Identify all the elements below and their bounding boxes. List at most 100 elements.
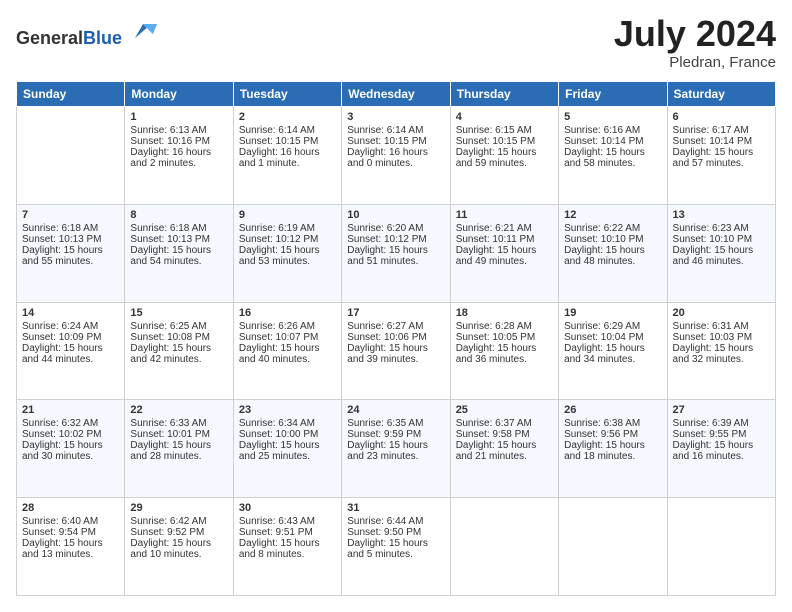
daylight: Daylight: 15 hours and 8 minutes. (239, 538, 320, 560)
sunset: Sunset: 10:12 PM (347, 234, 427, 245)
daylight: Daylight: 15 hours and 40 minutes. (239, 343, 320, 365)
calendar-cell-2-1: 7 Sunrise: 6:18 AM Sunset: 10:13 PM Dayl… (17, 204, 125, 302)
sunset: Sunset: 10:01 PM (130, 429, 210, 440)
day-number: 2 (239, 111, 336, 123)
header-thursday: Thursday (450, 82, 558, 107)
daylight: Daylight: 15 hours and 5 minutes. (347, 538, 428, 560)
sunset: Sunset: 10:13 PM (130, 234, 210, 245)
sunset: Sunset: 10:14 PM (673, 136, 753, 147)
header-tuesday: Tuesday (233, 82, 341, 107)
calendar-cell-3-2: 15 Sunrise: 6:25 AM Sunset: 10:08 PM Day… (125, 302, 233, 400)
daylight: Daylight: 16 hours and 0 minutes. (347, 147, 428, 169)
month-title: July 2024 (614, 16, 776, 52)
calendar-cell-2-4: 10 Sunrise: 6:20 AM Sunset: 10:12 PM Day… (342, 204, 450, 302)
day-number: 16 (239, 307, 336, 319)
calendar-cell-4-6: 26 Sunrise: 6:38 AM Sunset: 9:56 PM Dayl… (559, 400, 667, 498)
calendar-cell-5-1: 28 Sunrise: 6:40 AM Sunset: 9:54 PM Dayl… (17, 498, 125, 596)
daylight: Daylight: 15 hours and 30 minutes. (22, 440, 103, 462)
daylight: Daylight: 15 hours and 34 minutes. (564, 343, 645, 365)
sunrise: Sunrise: 6:18 AM (130, 223, 206, 234)
sunset: Sunset: 10:05 PM (456, 332, 536, 343)
day-number: 7 (22, 209, 119, 221)
header-saturday: Saturday (667, 82, 775, 107)
header-sunday: Sunday (17, 82, 125, 107)
sunset: Sunset: 10:10 PM (673, 234, 753, 245)
sunrise: Sunrise: 6:25 AM (130, 321, 206, 332)
daylight: Daylight: 15 hours and 32 minutes. (673, 343, 754, 365)
calendar-cell-5-2: 29 Sunrise: 6:42 AM Sunset: 9:52 PM Dayl… (125, 498, 233, 596)
daylight: Daylight: 15 hours and 16 minutes. (673, 440, 754, 462)
sunset: Sunset: 9:55 PM (673, 429, 747, 440)
day-number: 22 (130, 404, 227, 416)
sunrise: Sunrise: 6:26 AM (239, 321, 315, 332)
daylight: Daylight: 15 hours and 42 minutes. (130, 343, 211, 365)
day-number: 25 (456, 404, 553, 416)
sunset: Sunset: 10:15 PM (347, 136, 427, 147)
page-header: GeneralBlue July 2024 Pledran, France (16, 16, 776, 71)
calendar-cell-1-3: 2 Sunrise: 6:14 AM Sunset: 10:15 PM Dayl… (233, 107, 341, 205)
day-number: 14 (22, 307, 119, 319)
calendar-cell-5-3: 30 Sunrise: 6:43 AM Sunset: 9:51 PM Dayl… (233, 498, 341, 596)
calendar-cell-3-4: 17 Sunrise: 6:27 AM Sunset: 10:06 PM Day… (342, 302, 450, 400)
calendar-cell-2-5: 11 Sunrise: 6:21 AM Sunset: 10:11 PM Day… (450, 204, 558, 302)
daylight: Daylight: 15 hours and 21 minutes. (456, 440, 537, 462)
sunrise: Sunrise: 6:16 AM (564, 125, 640, 136)
title-area: July 2024 Pledran, France (614, 16, 776, 71)
day-number: 21 (22, 404, 119, 416)
daylight: Daylight: 15 hours and 49 minutes. (456, 245, 537, 267)
sunrise: Sunrise: 6:39 AM (673, 418, 749, 429)
day-number: 18 (456, 307, 553, 319)
daylight: Daylight: 15 hours and 46 minutes. (673, 245, 754, 267)
sunrise: Sunrise: 6:15 AM (456, 125, 532, 136)
day-number: 23 (239, 404, 336, 416)
calendar-cell-3-3: 16 Sunrise: 6:26 AM Sunset: 10:07 PM Day… (233, 302, 341, 400)
daylight: Daylight: 15 hours and 53 minutes. (239, 245, 320, 267)
daylight: Daylight: 15 hours and 23 minutes. (347, 440, 428, 462)
sunset: Sunset: 9:51 PM (239, 527, 313, 538)
day-number: 3 (347, 111, 444, 123)
calendar-cell-1-1 (17, 107, 125, 205)
calendar-week-row-3: 14 Sunrise: 6:24 AM Sunset: 10:09 PM Day… (17, 302, 776, 400)
sunrise: Sunrise: 6:43 AM (239, 516, 315, 527)
daylight: Daylight: 15 hours and 18 minutes. (564, 440, 645, 462)
calendar-cell-1-6: 5 Sunrise: 6:16 AM Sunset: 10:14 PM Dayl… (559, 107, 667, 205)
daylight: Daylight: 15 hours and 59 minutes. (456, 147, 537, 169)
daylight: Daylight: 16 hours and 2 minutes. (130, 147, 211, 169)
daylight: Daylight: 15 hours and 57 minutes. (673, 147, 754, 169)
sunset: Sunset: 10:00 PM (239, 429, 319, 440)
calendar-cell-1-5: 4 Sunrise: 6:15 AM Sunset: 10:15 PM Dayl… (450, 107, 558, 205)
calendar-cell-2-3: 9 Sunrise: 6:19 AM Sunset: 10:12 PM Dayl… (233, 204, 341, 302)
sunrise: Sunrise: 6:28 AM (456, 321, 532, 332)
daylight: Daylight: 16 hours and 1 minute. (239, 147, 320, 169)
day-number: 10 (347, 209, 444, 221)
calendar-cell-4-3: 23 Sunrise: 6:34 AM Sunset: 10:00 PM Day… (233, 400, 341, 498)
sunset: Sunset: 10:02 PM (22, 429, 102, 440)
sunset: Sunset: 10:06 PM (347, 332, 427, 343)
calendar-week-row-4: 21 Sunrise: 6:32 AM Sunset: 10:02 PM Day… (17, 400, 776, 498)
calendar-cell-4-5: 25 Sunrise: 6:37 AM Sunset: 9:58 PM Dayl… (450, 400, 558, 498)
calendar-cell-4-1: 21 Sunrise: 6:32 AM Sunset: 10:02 PM Day… (17, 400, 125, 498)
calendar-table: Sunday Monday Tuesday Wednesday Thursday… (16, 81, 776, 596)
sunrise: Sunrise: 6:32 AM (22, 418, 98, 429)
day-number: 15 (130, 307, 227, 319)
sunrise: Sunrise: 6:40 AM (22, 516, 98, 527)
header-monday: Monday (125, 82, 233, 107)
sunrise: Sunrise: 6:29 AM (564, 321, 640, 332)
logo-icon (129, 16, 157, 44)
sunrise: Sunrise: 6:34 AM (239, 418, 315, 429)
calendar-cell-2-2: 8 Sunrise: 6:18 AM Sunset: 10:13 PM Dayl… (125, 204, 233, 302)
day-number: 24 (347, 404, 444, 416)
logo: GeneralBlue (16, 16, 157, 49)
calendar-cell-1-7: 6 Sunrise: 6:17 AM Sunset: 10:14 PM Dayl… (667, 107, 775, 205)
calendar-cell-5-7 (667, 498, 775, 596)
daylight: Daylight: 15 hours and 44 minutes. (22, 343, 103, 365)
sunset: Sunset: 10:15 PM (239, 136, 319, 147)
day-number: 8 (130, 209, 227, 221)
sunset: Sunset: 10:03 PM (673, 332, 753, 343)
sunset: Sunset: 9:59 PM (347, 429, 421, 440)
calendar-cell-2-6: 12 Sunrise: 6:22 AM Sunset: 10:10 PM Day… (559, 204, 667, 302)
daylight: Daylight: 15 hours and 39 minutes. (347, 343, 428, 365)
sunset: Sunset: 10:07 PM (239, 332, 319, 343)
sunset: Sunset: 10:10 PM (564, 234, 644, 245)
day-number: 27 (673, 404, 770, 416)
